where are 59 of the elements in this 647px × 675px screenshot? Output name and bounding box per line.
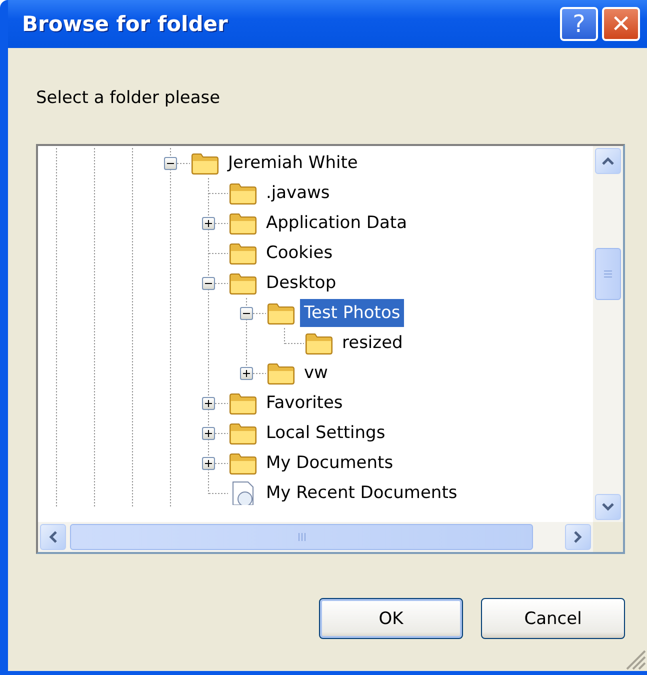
- expand-toggle[interactable]: [202, 457, 215, 470]
- chevron-left-icon: [49, 531, 57, 543]
- cancel-button[interactable]: Cancel: [481, 598, 625, 639]
- plus-icon: [205, 400, 212, 407]
- tree-item[interactable]: vw: [300, 359, 332, 387]
- scrollbar-corner: [593, 522, 623, 552]
- scroll-right-button[interactable]: [565, 524, 591, 550]
- folder-icon: [228, 181, 258, 205]
- expand-toggle[interactable]: [202, 427, 215, 440]
- folder-icon: [228, 211, 258, 235]
- plus-icon: [205, 460, 212, 467]
- tree-item[interactable]: Test Photos: [300, 299, 404, 327]
- minus-icon: [205, 280, 212, 287]
- tree-item[interactable]: Local Settings: [262, 419, 390, 447]
- window-title: Browse for folder: [22, 12, 229, 36]
- tree-item[interactable]: Jeremiah White: [224, 149, 362, 177]
- collapse-toggle[interactable]: [164, 157, 177, 170]
- folder-icon: [190, 151, 220, 175]
- tree-item[interactable]: My Documents: [262, 449, 398, 477]
- folder-icon: [266, 301, 296, 325]
- plus-icon: [243, 370, 250, 377]
- horizontal-scrollbar[interactable]: [38, 522, 593, 552]
- scroll-up-button[interactable]: [595, 148, 621, 174]
- plus-icon: [205, 430, 212, 437]
- tree-item[interactable]: My Recent Documents: [262, 479, 462, 507]
- plus-icon: [205, 220, 212, 227]
- collapse-toggle[interactable]: [202, 277, 215, 290]
- collapse-toggle[interactable]: [240, 307, 253, 320]
- chevron-right-icon: [574, 531, 582, 543]
- expand-toggle[interactable]: [202, 397, 215, 410]
- minus-icon: [243, 310, 250, 317]
- folder-icon: [228, 451, 258, 475]
- folder-icon: [228, 241, 258, 265]
- minus-icon: [167, 160, 174, 167]
- scroll-left-button[interactable]: [40, 524, 66, 550]
- tree-item[interactable]: Favorites: [262, 389, 347, 417]
- tree-item[interactable]: resized: [338, 329, 407, 357]
- tree-item[interactable]: Cookies: [262, 239, 337, 267]
- chevron-up-icon: [602, 157, 614, 165]
- ok-button[interactable]: OK: [319, 598, 463, 639]
- help-button[interactable]: ?: [560, 7, 598, 41]
- grip-icon: [603, 269, 613, 279]
- grip-icon: [296, 532, 306, 542]
- folder-icon: [228, 271, 258, 295]
- tree-item[interactable]: Application Data: [262, 209, 411, 237]
- scroll-thumb[interactable]: [595, 248, 621, 300]
- expand-toggle[interactable]: [202, 217, 215, 230]
- folder-icon: [228, 391, 258, 415]
- vertical-scrollbar[interactable]: [593, 146, 623, 522]
- chevron-down-icon: [602, 503, 614, 511]
- scroll-thumb[interactable]: [70, 524, 533, 550]
- folder-icon: [228, 421, 258, 445]
- folder-icon: [304, 331, 334, 355]
- scroll-down-button[interactable]: [595, 494, 621, 520]
- tree-item[interactable]: Desktop: [262, 269, 340, 297]
- prompt-text: Select a folder please: [36, 88, 222, 108]
- tree-item[interactable]: .javaws: [262, 179, 334, 207]
- folder-icon: [266, 361, 296, 385]
- expand-toggle[interactable]: [240, 367, 253, 380]
